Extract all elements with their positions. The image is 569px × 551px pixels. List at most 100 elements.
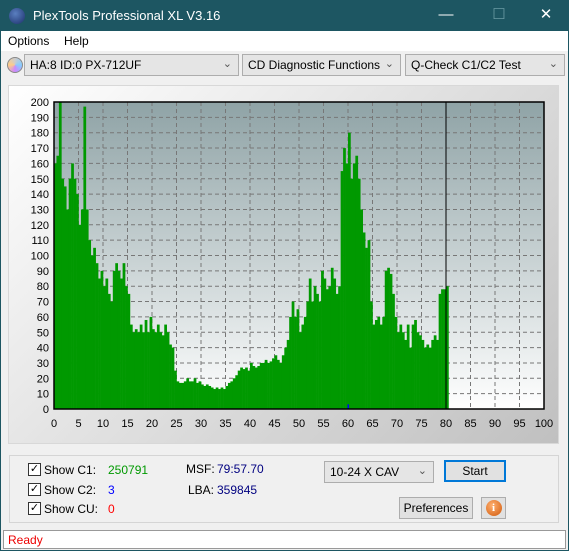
speed-value: 10-24 X CAV xyxy=(330,465,400,479)
y-tick-label: 90 xyxy=(37,266,49,278)
window-title: PlexTools Professional XL V3.16 xyxy=(33,8,221,23)
menu-help[interactable]: Help xyxy=(64,34,89,48)
info-button[interactable]: i xyxy=(481,497,506,519)
test-select[interactable]: Q-Check C1/C2 Test ⌄ xyxy=(405,54,565,76)
speed-select[interactable]: 10-24 X CAV ⌄ xyxy=(324,461,434,483)
y-tick-label: 120 xyxy=(31,220,49,232)
c1-bar xyxy=(227,382,231,409)
c1-bar xyxy=(88,240,92,409)
c1-bar xyxy=(431,339,435,409)
c1-bar xyxy=(58,102,62,409)
c1-bar xyxy=(112,270,116,409)
c1-bar xyxy=(191,381,194,409)
show-c1-checkbox[interactable]: ✓ xyxy=(28,463,41,476)
drive-select[interactable]: HA:8 ID:0 PX-712UF ⌄ xyxy=(24,54,239,76)
c1-bar xyxy=(416,332,420,409)
c1-bar xyxy=(259,362,263,409)
app-logo-icon xyxy=(9,8,25,24)
minimize-button[interactable]: — xyxy=(431,4,461,26)
c1-bar xyxy=(350,178,354,409)
chart-panel: 0 10 20 30 40 50 60 70 80 90 100 110 120 130 140 150 160… xyxy=(8,85,559,444)
c1-bar xyxy=(129,324,133,409)
c1-bar xyxy=(328,286,332,409)
c1-bar xyxy=(178,382,182,409)
c1-bar xyxy=(343,148,346,410)
c1-bar xyxy=(252,366,256,409)
c1-bar xyxy=(397,332,400,409)
show-c1-label: Show C1: xyxy=(44,463,97,477)
c2-value: 3 xyxy=(108,483,115,497)
start-button[interactable]: Start xyxy=(444,460,506,482)
menu-options[interactable]: Options xyxy=(8,34,49,48)
c1-bar xyxy=(325,289,329,409)
c1-bar xyxy=(267,362,270,409)
c1-bar xyxy=(272,358,275,409)
show-c2-checkbox[interactable]: ✓ xyxy=(28,483,41,496)
c1-bar xyxy=(205,384,209,409)
c1-bar xyxy=(262,362,265,409)
c1-bar xyxy=(80,209,84,409)
c1-bar xyxy=(159,332,163,409)
x-tick-label: 90 xyxy=(489,418,501,430)
c1-bar xyxy=(269,361,273,409)
c1-bar xyxy=(423,347,427,409)
c1-bar xyxy=(257,366,261,409)
c1-bar xyxy=(365,247,368,409)
toolbar: HA:8 ID:0 PX-712UF ⌄ CD Diagnostic Functi… xyxy=(1,51,568,79)
close-button[interactable]: ✕ xyxy=(531,4,561,26)
title-bar: PlexTools Professional XL V3.16 — ☐ ✕ xyxy=(1,0,568,31)
c1-bar xyxy=(419,335,422,409)
function-select[interactable]: CD Diagnostic Functions ⌄ xyxy=(242,54,401,76)
c1-bar xyxy=(379,324,383,409)
chevron-down-icon: ⌄ xyxy=(384,58,394,70)
c1-bar xyxy=(139,324,143,409)
y-tick-label: 40 xyxy=(37,343,49,355)
c1-bar xyxy=(93,247,96,409)
c1-bar xyxy=(98,278,101,409)
c1-bar xyxy=(196,382,199,409)
show-cu-checkbox[interactable]: ✓ xyxy=(28,502,41,515)
preferences-button[interactable]: Preferences xyxy=(399,497,473,519)
c1-bar xyxy=(85,209,89,409)
x-tick-label: 70 xyxy=(391,418,403,430)
c1-bar xyxy=(399,324,403,409)
c1-bar xyxy=(117,270,121,409)
c1-bar xyxy=(166,332,170,409)
c1-bar xyxy=(223,389,226,409)
y-tick-label: 30 xyxy=(37,358,49,370)
c1-bar xyxy=(330,267,334,409)
chevron-down-icon: ⌄ xyxy=(548,58,558,70)
c1-bar xyxy=(105,278,109,409)
c1-bar xyxy=(306,301,310,409)
c1-bar xyxy=(377,316,381,409)
c1-bar xyxy=(127,293,131,409)
maximize-button[interactable]: ☐ xyxy=(484,4,514,26)
x-tick-label: 95 xyxy=(513,418,525,430)
c1-bar xyxy=(264,359,268,409)
c1-bar xyxy=(230,381,234,409)
c1-bar xyxy=(245,367,248,409)
c1-bar xyxy=(208,385,212,409)
c1-bar xyxy=(164,324,167,409)
c1-bar xyxy=(154,332,158,409)
msf-value: 79:57.70 xyxy=(217,462,264,476)
lba-value: 359845 xyxy=(217,483,258,497)
disc-drive-icon xyxy=(7,57,23,73)
show-c2-label: Show C2: xyxy=(44,483,97,497)
c1-bar xyxy=(281,355,285,409)
c1-bar xyxy=(286,339,290,409)
c1-bar xyxy=(436,339,439,409)
y-tick-label: 190 xyxy=(31,112,49,124)
c1-bar xyxy=(384,270,388,409)
c1-bar xyxy=(433,335,437,409)
c1-bar xyxy=(188,381,192,409)
c1-bar xyxy=(132,332,136,409)
y-tick-label: 50 xyxy=(37,327,49,339)
y-tick-label: 70 xyxy=(37,297,49,309)
y-tick-label: 110 xyxy=(31,235,49,247)
c1-bar xyxy=(210,387,214,409)
test-value: Q-Check C1/C2 Test xyxy=(411,58,521,72)
c1-bar xyxy=(142,332,145,409)
c1-bar xyxy=(352,163,356,409)
c1-bar xyxy=(355,155,359,409)
